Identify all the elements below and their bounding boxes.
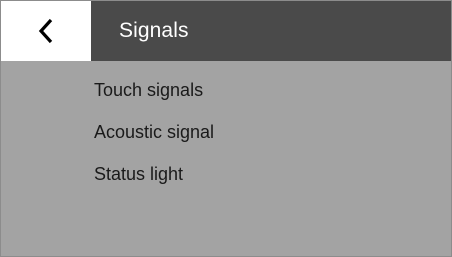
header-bar: Signals xyxy=(1,1,451,61)
menu-item-touch-signals[interactable]: Touch signals xyxy=(91,69,451,111)
back-button[interactable] xyxy=(1,1,91,61)
menu-item-acoustic-signal[interactable]: Acoustic signal xyxy=(91,111,451,153)
menu-item-status-light[interactable]: Status light xyxy=(91,153,451,195)
title-bar: Signals xyxy=(91,1,451,61)
chevron-left-icon xyxy=(36,17,56,45)
page-title: Signals xyxy=(119,19,189,42)
signals-screen: Signals Touch signals Acoustic signal St… xyxy=(0,0,452,257)
signals-menu: Touch signals Acoustic signal Status lig… xyxy=(91,61,451,195)
